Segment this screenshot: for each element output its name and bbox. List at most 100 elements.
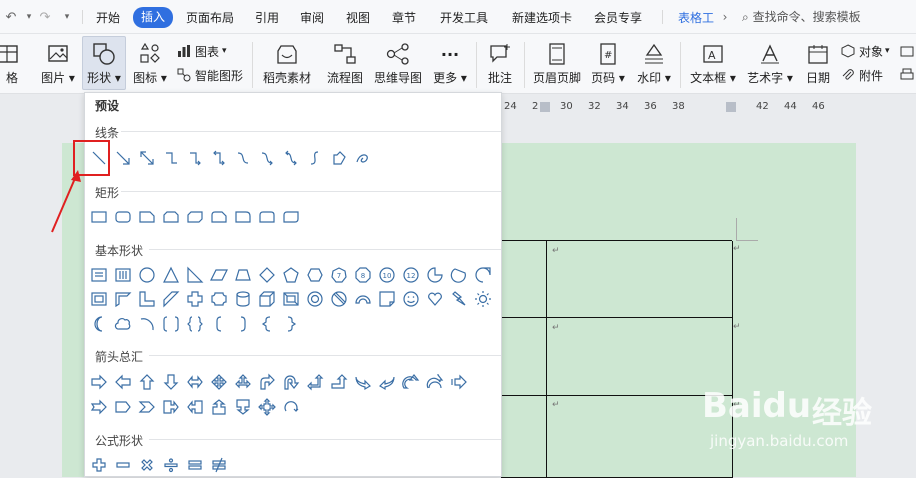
flowchart-button[interactable]: 流程图 <box>324 34 366 85</box>
icons-button[interactable]: 图标 ▾ <box>130 34 170 85</box>
table-cell[interactable] <box>501 396 547 478</box>
lightning-bolt-shape[interactable] <box>449 289 469 309</box>
curved-down-arrow-shape[interactable] <box>425 372 445 392</box>
picture-button[interactable]: 图片 ▾ <box>40 34 76 85</box>
left-brace-shape[interactable] <box>257 314 277 334</box>
arrow-line-shape[interactable] <box>113 148 133 168</box>
moon-shape[interactable] <box>89 314 109 334</box>
notched-right-arrow-shape[interactable] <box>89 397 109 417</box>
down-arrow-callout-shape[interactable] <box>233 397 253 417</box>
comment-button[interactable]: 批注 <box>482 34 518 85</box>
double-arrow-line-shape[interactable] <box>137 148 157 168</box>
curve-shape[interactable] <box>305 148 325 168</box>
vertical-text-box-shape[interactable] <box>113 265 133 285</box>
materials-button[interactable]: 稻壳素材 <box>262 34 312 85</box>
menu-developer[interactable]: 开发工具 <box>440 9 488 27</box>
sun-shape[interactable] <box>473 289 493 309</box>
chevron-right-icon[interactable]: › <box>716 8 734 26</box>
snip-round-rectangle-shape[interactable] <box>209 207 229 227</box>
print-icon[interactable] <box>900 66 914 84</box>
up-arrow-shape[interactable] <box>137 372 157 392</box>
menu-page-layout[interactable]: 页面布局 <box>186 9 234 27</box>
more-button[interactable]: ··· 更多 ▾ <box>430 34 470 86</box>
scribble-shape[interactable] <box>353 148 373 168</box>
menu-view[interactable]: 视图 <box>346 9 370 27</box>
watermark-button[interactable]: 水印 ▾ <box>634 34 674 85</box>
not-equal-shape[interactable] <box>209 455 229 475</box>
diamond-shape[interactable] <box>257 265 277 285</box>
header-footer-button[interactable]: 页眉页脚 <box>530 34 584 85</box>
undo-icon[interactable]: ↶ <box>2 8 20 26</box>
curved-connector-shape[interactable] <box>233 148 253 168</box>
document-table[interactable] <box>500 240 733 478</box>
search-box[interactable]: ⌕ 查找命令、搜索模板 <box>742 7 916 27</box>
right-arrow-callout-shape[interactable] <box>161 397 181 417</box>
heart-shape[interactable] <box>425 289 445 309</box>
block-arc-shape[interactable] <box>353 289 373 309</box>
plus-shape[interactable] <box>89 455 109 475</box>
smiley-face-shape[interactable] <box>401 289 421 309</box>
bent-arrow-shape[interactable] <box>257 372 277 392</box>
folded-corner-shape[interactable] <box>377 289 397 309</box>
curved-left-arrow-shape[interactable] <box>377 372 397 392</box>
bevel-shape[interactable] <box>281 289 301 309</box>
table-cell[interactable] <box>547 241 733 318</box>
triangle-shape[interactable] <box>161 265 181 285</box>
oval-shape[interactable] <box>137 265 157 285</box>
text-box-shape[interactable] <box>89 265 109 285</box>
octagon-shape[interactable]: 8 <box>353 265 373 285</box>
double-brace-shape[interactable] <box>185 314 205 334</box>
menu-home[interactable]: 开始 <box>96 9 120 27</box>
date-button[interactable]: 日期 <box>802 34 834 85</box>
snip-single-corner-rectangle-shape[interactable] <box>137 207 157 227</box>
menu-table-tools[interactable]: 表格工 <box>678 9 714 27</box>
u-turn-arrow-shape[interactable] <box>281 372 301 392</box>
table-button[interactable]: 格 <box>0 34 22 85</box>
dodecagon-shape[interactable]: 12 <box>401 265 421 285</box>
left-arrow-callout-shape[interactable] <box>185 397 205 417</box>
minus-shape[interactable] <box>113 455 133 475</box>
right-arrow-shape[interactable] <box>89 372 109 392</box>
attachment-button[interactable]: 附件 <box>840 66 883 84</box>
pentagon-arrow-shape[interactable] <box>113 397 133 417</box>
left-right-up-arrow-shape[interactable] <box>233 372 253 392</box>
table-cell[interactable] <box>501 241 547 318</box>
object-button[interactable]: 对象 ▾ <box>840 42 890 60</box>
rounded-rectangle-shape[interactable] <box>113 207 133 227</box>
ruler-marker[interactable] <box>726 102 736 112</box>
quad-arrow-callout-shape[interactable] <box>257 397 277 417</box>
right-brace-shape[interactable] <box>281 314 301 334</box>
down-arrow-shape[interactable] <box>161 372 181 392</box>
ruler-marker[interactable] <box>540 102 550 112</box>
rectangle-shape[interactable] <box>89 207 109 227</box>
customize-dropdown-icon[interactable]: ▾ <box>58 8 76 26</box>
shapes-button[interactable]: 形状 ▾ <box>84 34 124 85</box>
multiply-shape[interactable] <box>137 455 157 475</box>
equal-shape[interactable] <box>185 455 205 475</box>
menu-member[interactable]: 会员专享 <box>594 9 642 27</box>
mindmap-button[interactable]: 思维导图 <box>372 34 424 85</box>
chevron-shape[interactable] <box>137 397 157 417</box>
pie-shape[interactable] <box>425 265 445 285</box>
left-right-arrow-shape[interactable] <box>185 372 205 392</box>
circular-arrow-shape[interactable] <box>281 397 301 417</box>
elbow-arrow-connector-shape[interactable] <box>185 148 205 168</box>
chart-button[interactable]: 图表 ▾ <box>176 42 227 60</box>
hexagon-shape[interactable] <box>305 265 325 285</box>
menu-insert[interactable]: 插入 <box>133 7 173 28</box>
half-frame-shape[interactable] <box>113 289 133 309</box>
parallelogram-shape[interactable] <box>209 265 229 285</box>
frame-shape[interactable] <box>89 289 109 309</box>
redo-icon[interactable]: ↷ <box>36 8 54 26</box>
round-same-side-rectangle-shape[interactable] <box>257 207 277 227</box>
no-symbol-shape[interactable] <box>329 289 349 309</box>
page-number-button[interactable]: # 页码 ▾ <box>590 34 626 85</box>
chord-shape[interactable] <box>449 265 469 285</box>
arc-shape[interactable] <box>137 314 157 334</box>
bent-up-arrow-shape[interactable] <box>329 372 349 392</box>
quad-arrow-shape[interactable] <box>209 372 229 392</box>
snip-diagonal-rectangle-shape[interactable] <box>185 207 205 227</box>
more-ribbon-icon[interactable] <box>900 42 914 60</box>
curved-up-arrow-shape[interactable] <box>401 372 421 392</box>
heptagon-shape[interactable]: 7 <box>329 265 349 285</box>
